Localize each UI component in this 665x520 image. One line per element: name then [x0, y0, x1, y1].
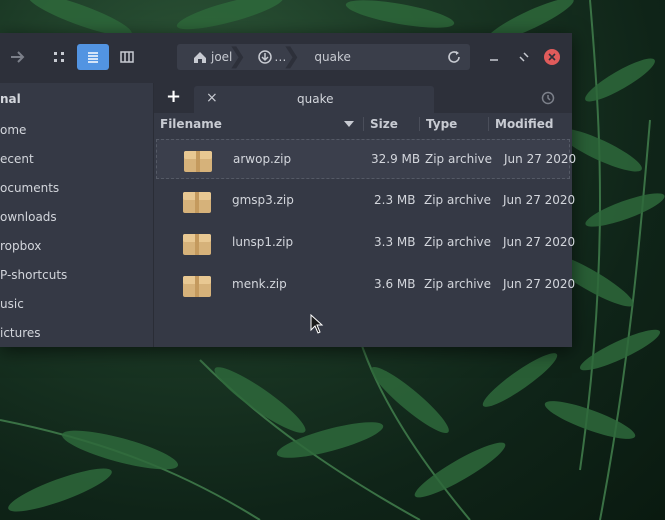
breadcrumb-collapsed[interactable]: … ❯ — [242, 44, 300, 70]
file-row[interactable]: gmsp3.zip 2.3 MB Zip archive Jun 27 2020 — [156, 181, 575, 221]
column-divider — [419, 117, 420, 131]
file-name: lunsp1.zip — [232, 235, 294, 249]
tab-close-button[interactable]: × — [206, 90, 218, 106]
forward-button[interactable] — [8, 47, 28, 67]
file-row[interactable]: lunsp1.zip 3.3 MB Zip archive Jun 27 202… — [156, 223, 575, 263]
sidebar-item-documents[interactable]: ocuments — [0, 177, 59, 199]
columns-icon — [120, 51, 134, 63]
sidebar-item-recent[interactable]: ecent — [0, 148, 34, 170]
archive-icon — [183, 192, 211, 213]
file-modified: Jun 27 2020 — [503, 235, 576, 249]
archive-icon — [184, 151, 212, 172]
file-type: Zip archive — [425, 152, 493, 166]
maximize-button[interactable] — [516, 49, 532, 65]
file-size: 3.6 MB — [374, 277, 416, 291]
column-divider — [363, 117, 364, 131]
history-button[interactable] — [540, 90, 556, 106]
sort-descending-icon — [344, 121, 354, 127]
archive-icon — [183, 234, 211, 255]
file-type: Zip archive — [424, 277, 492, 291]
minimize-button[interactable] — [486, 49, 502, 65]
grid-icon — [54, 52, 64, 62]
file-size: 32.9 MB — [371, 152, 421, 166]
grid-view-button[interactable] — [43, 44, 75, 70]
file-name: menk.zip — [232, 277, 287, 291]
path-bar: joel ❯ … ❯ quake — [177, 44, 470, 70]
places-sidebar: nal ome ecent ocuments ownloads ropbox P… — [0, 83, 154, 347]
column-header-size[interactable]: Size — [370, 117, 398, 131]
download-icon — [258, 50, 273, 64]
history-icon — [541, 91, 555, 105]
sidebar-item-shortcuts[interactable]: P-shortcuts — [0, 264, 67, 286]
file-size: 3.3 MB — [374, 235, 416, 249]
arrow-right-icon — [11, 51, 25, 63]
tab-quake[interactable]: × quake — [194, 86, 434, 113]
column-header-filename[interactable]: Filename — [160, 117, 222, 131]
file-type: Zip archive — [424, 235, 492, 249]
sidebar-item-pictures[interactable]: ictures — [0, 322, 41, 344]
file-type: Zip archive — [424, 193, 492, 207]
breadcrumb-current-label: quake — [314, 50, 351, 64]
file-name: gmsp3.zip — [232, 193, 294, 207]
column-header-type[interactable]: Type — [426, 117, 457, 131]
breadcrumb-current[interactable]: quake — [296, 44, 360, 70]
reload-button[interactable] — [446, 49, 462, 65]
file-size: 2.3 MB — [374, 193, 416, 207]
column-divider — [488, 117, 489, 131]
mouse-pointer-icon — [310, 314, 324, 334]
file-modified: Jun 27 2020 — [503, 193, 576, 207]
list-view-button[interactable] — [77, 44, 109, 70]
home-icon — [194, 51, 206, 63]
sidebar-item-dropbox[interactable]: ropbox — [0, 235, 41, 257]
file-row[interactable]: menk.zip 3.6 MB Zip archive Jun 27 2020 — [156, 265, 575, 305]
sidebar-item-downloads[interactable]: ownloads — [0, 206, 57, 228]
sidebar-item-music[interactable]: usic — [0, 293, 24, 315]
new-tab-button[interactable]: + — [166, 87, 182, 107]
close-button[interactable] — [544, 49, 560, 65]
file-row[interactable]: arwop.zip 32.9 MB Zip archive Jun 27 202… — [156, 139, 576, 179]
list-icon — [88, 52, 98, 63]
tab-label: quake — [297, 92, 334, 106]
columns-view-button[interactable] — [111, 44, 143, 70]
close-icon — [548, 53, 556, 61]
file-modified: Jun 27 2020 — [503, 277, 576, 291]
maximize-icon — [519, 52, 529, 62]
file-list: arwop.zip 32.9 MB Zip archive Jun 27 202… — [154, 137, 576, 347]
sidebar-item-home[interactable]: ome — [0, 119, 26, 141]
sidebar-section-header: nal — [0, 92, 21, 106]
file-modified: Jun 27 2020 — [504, 152, 577, 166]
breadcrumb-home[interactable]: joel ❯ — [177, 44, 246, 70]
reload-icon — [448, 51, 460, 63]
file-manager-window: joel ❯ … ❯ quake nal ome ecent ocuments … — [0, 33, 576, 347]
tab-bar: + × quake — [154, 83, 572, 113]
minimize-icon — [490, 59, 498, 61]
file-name: arwop.zip — [233, 152, 292, 166]
column-header-modified[interactable]: Modified — [495, 117, 554, 131]
archive-icon — [183, 276, 211, 297]
header-bar: joel ❯ … ❯ quake — [0, 33, 572, 83]
column-header-row: Filename Size Type Modified — [154, 113, 572, 135]
